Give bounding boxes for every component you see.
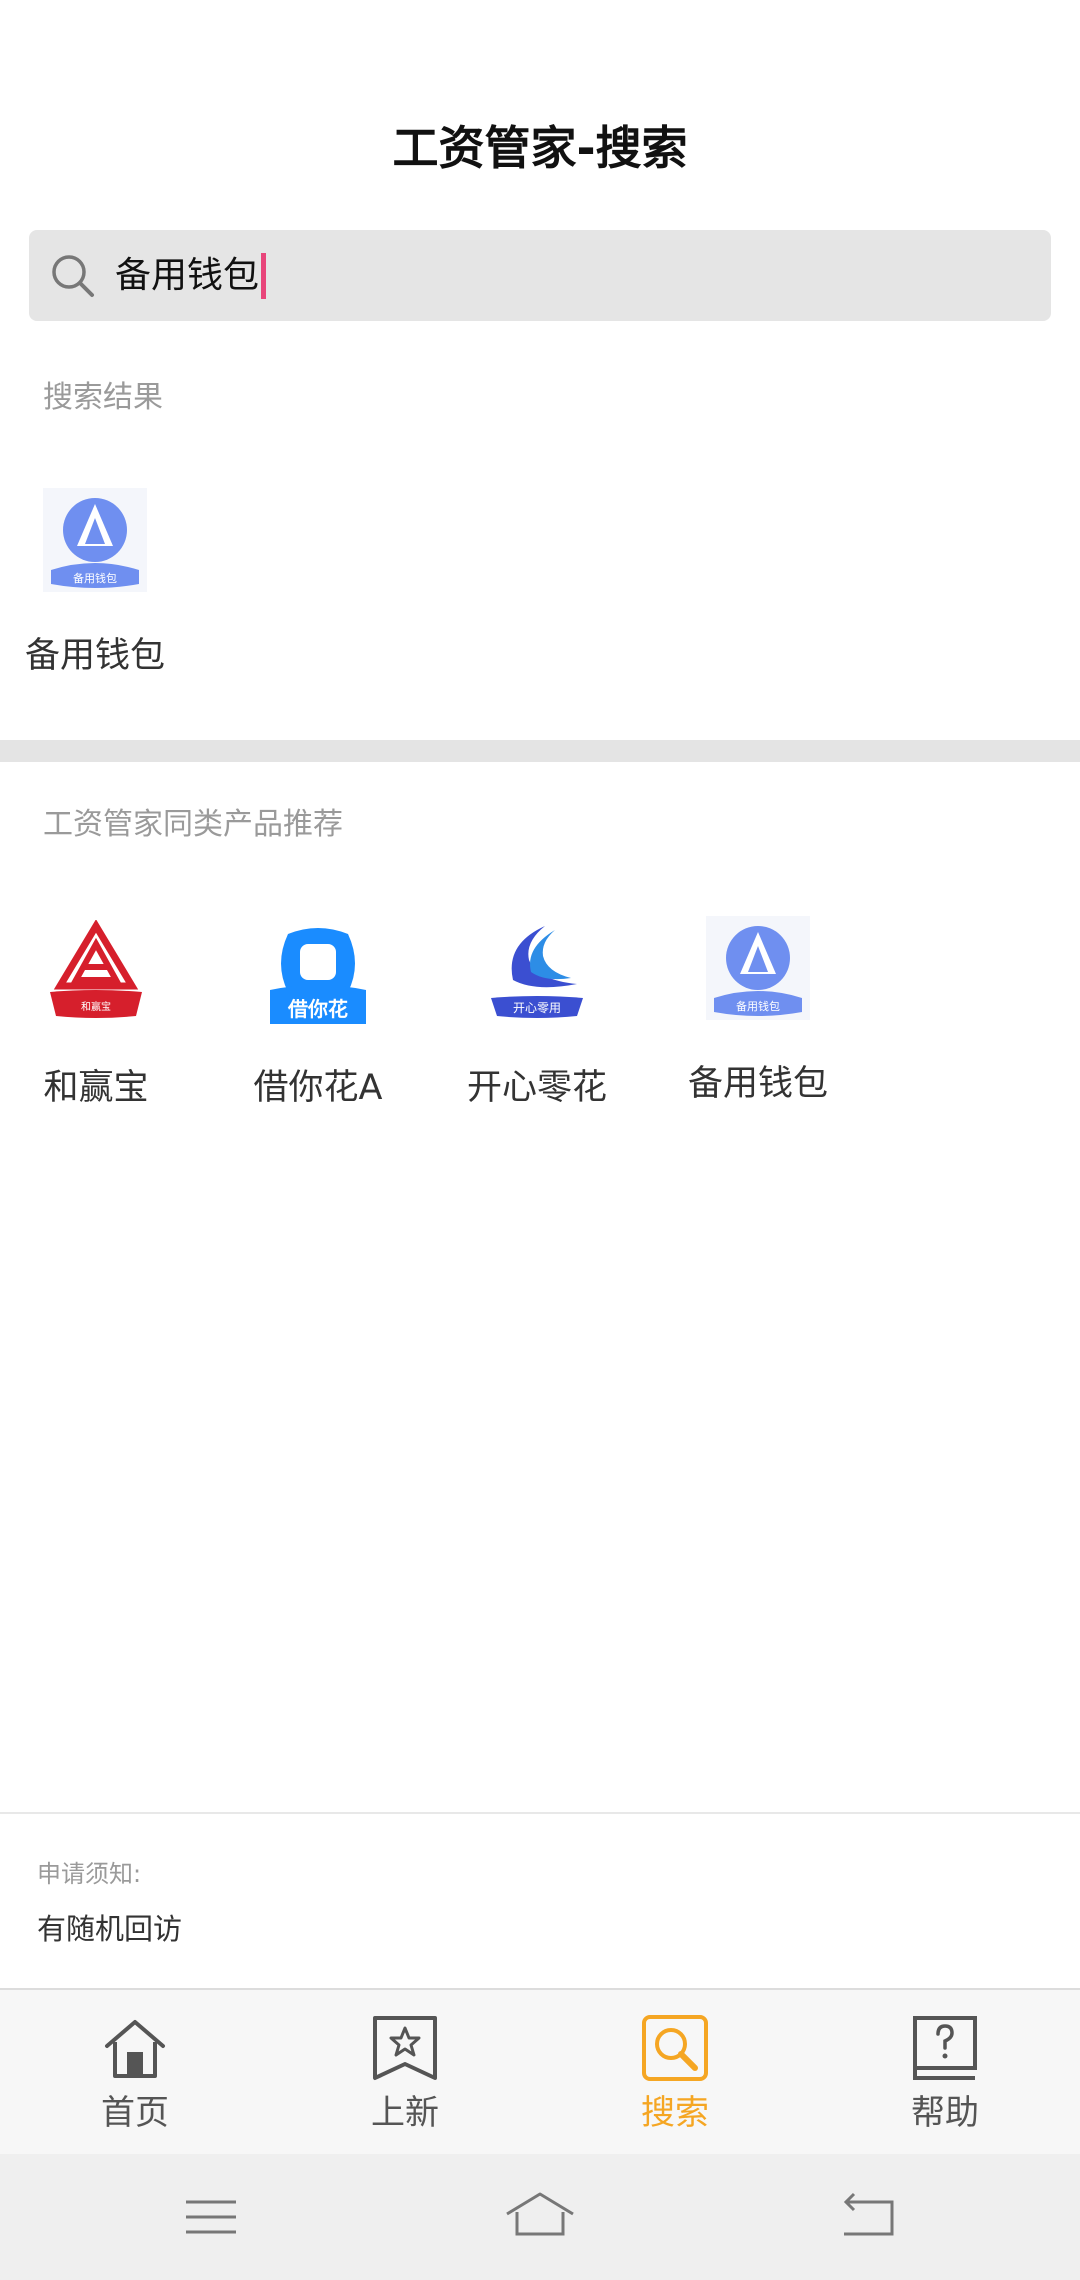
search-tab-icon	[642, 2015, 708, 2081]
tab-home[interactable]: 首页	[0, 1990, 270, 2156]
tab-help[interactable]: 帮助	[810, 1990, 1080, 2156]
result-item-name: 备用钱包	[24, 636, 165, 676]
results-label: 搜索结果	[43, 380, 163, 415]
search-input[interactable]: 备用钱包	[115, 230, 267, 321]
recommend-item-kaixinlinghua[interactable]: 开心零用 开心零花	[437, 920, 637, 1112]
tab-home-label: 首页	[101, 2093, 169, 2133]
beiyong-app-logo: 备用钱包	[43, 488, 147, 592]
beiyong-logo-text: 备用钱包	[73, 571, 117, 585]
recommend-item-name: 开心零花	[466, 1068, 607, 1108]
recommend-item-name: 和赢宝	[43, 1068, 149, 1108]
jienihua-app-logo: 借你花	[270, 928, 366, 1024]
section-divider	[0, 740, 1080, 762]
tab-new-label: 上新	[371, 2093, 439, 2133]
recommend-item-name: 备用钱包	[687, 1064, 828, 1104]
back-icon	[843, 2192, 894, 2236]
recommend-item-name: 借你花A	[253, 1068, 383, 1108]
star-bookmark-icon	[373, 2016, 437, 2080]
search-bar[interactable]: 备用钱包	[29, 230, 1051, 321]
tab-search[interactable]: 搜索	[540, 1990, 810, 2156]
beiyong-logo-text: 备用钱包	[736, 999, 780, 1013]
result-item-beiyong[interactable]: 备用钱包 备用钱包	[0, 488, 195, 680]
recommend-item-jienihua[interactable]: 借你花 借你花A	[218, 920, 418, 1112]
home-nav-button[interactable]	[505, 2182, 575, 2252]
heyingbao-logo-text: 和赢宝	[81, 1000, 111, 1013]
recommend-item-heyingbao[interactable]: 和赢宝 和赢宝	[0, 920, 196, 1112]
system-nav-bar	[0, 2154, 1080, 2280]
notice-label: 申请须知:	[37, 1860, 142, 1888]
notice-text: 有随机回访	[37, 1912, 183, 1946]
menu-button[interactable]	[176, 2182, 246, 2252]
search-input-value: 备用钱包	[115, 255, 260, 296]
heyingbao-app-logo: 和赢宝	[50, 920, 142, 1018]
tab-help-label: 帮助	[911, 2093, 979, 2133]
tab-search-label: 搜索	[641, 2093, 709, 2133]
kaixinlinghua-app-logo: 开心零用	[491, 926, 583, 1018]
back-button[interactable]	[834, 2182, 904, 2252]
beiyong-app-logo: 备用钱包	[706, 916, 810, 1020]
home-icon	[105, 2020, 165, 2078]
bottom-tab-bar: 首页 上新 搜索 帮助	[0, 1988, 1080, 2156]
home-nav-icon	[506, 2192, 574, 2236]
menu-icon	[186, 2200, 236, 2234]
help-icon	[913, 2016, 977, 2080]
jienihua-logo-text: 借你花	[287, 997, 348, 1021]
notice-divider	[0, 1812, 1080, 1814]
search-icon	[52, 255, 94, 297]
recommend-label: 工资管家同类产品推荐	[43, 807, 343, 842]
tab-new[interactable]: 上新	[270, 1990, 540, 2156]
recommend-item-beiyong[interactable]: 备用钱包 备用钱包	[658, 916, 858, 1108]
kaixin-logo-text: 开心零用	[513, 1001, 561, 1015]
page-title: 工资管家-搜索	[392, 121, 688, 175]
text-caret	[261, 252, 267, 299]
